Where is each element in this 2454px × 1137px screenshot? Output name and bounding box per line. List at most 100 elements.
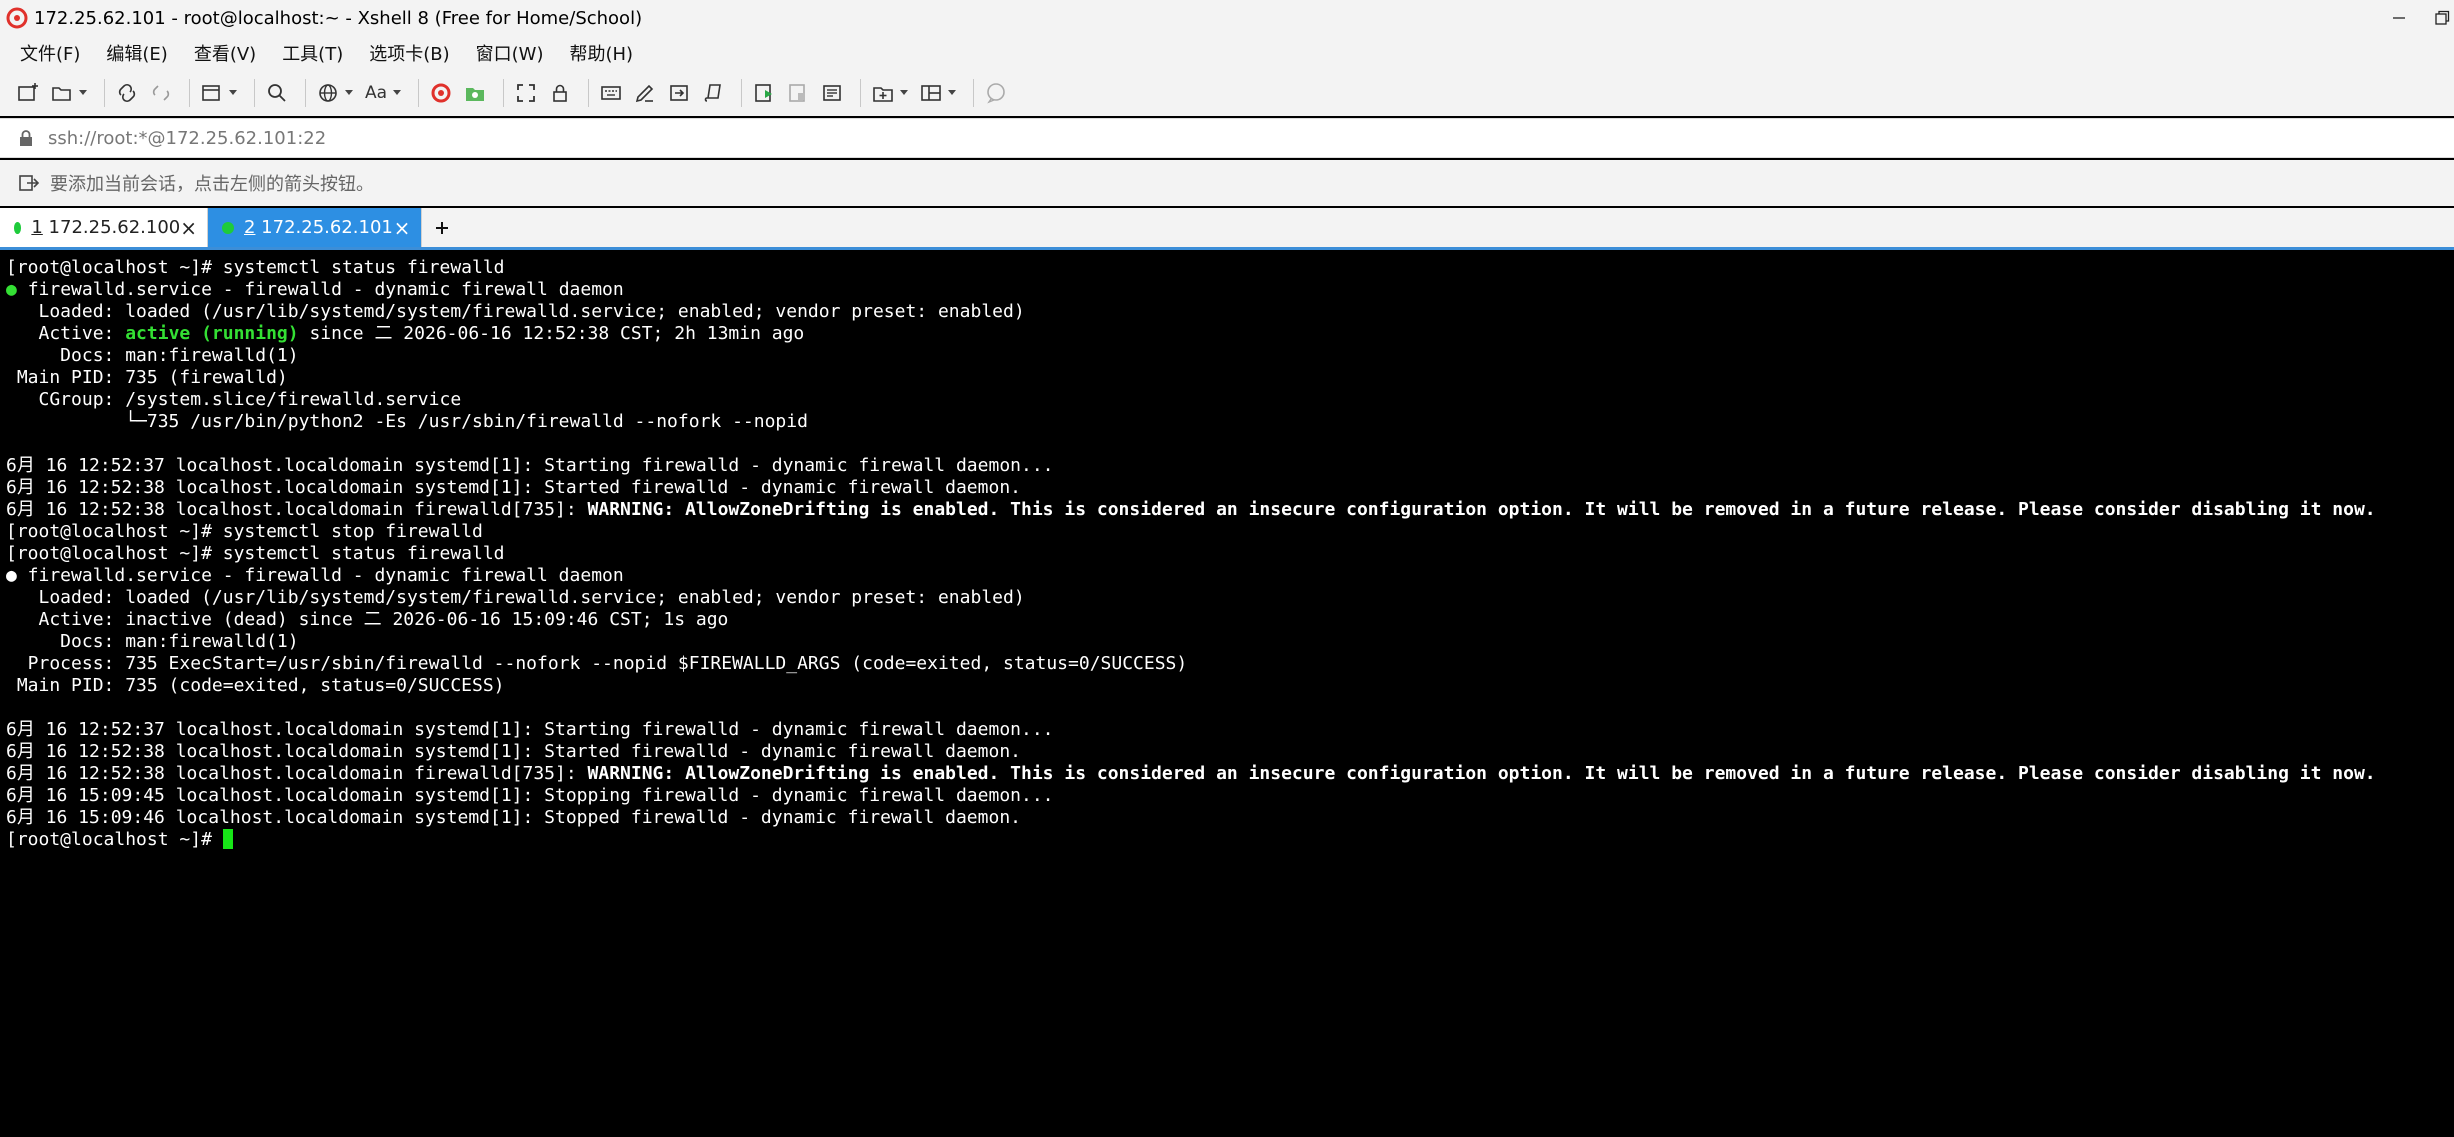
keyboard-button[interactable] (597, 77, 625, 109)
window-title: 172.25.62.101 - root@localhost:~ - Xshel… (34, 7, 643, 29)
chevron-down-icon (393, 90, 401, 95)
tab-session-2[interactable]: 2 172.25.62.101 × (208, 208, 422, 247)
disconnect-button[interactable] (147, 77, 175, 109)
new-session-button[interactable] (14, 77, 42, 109)
terminal-line: 6月 16 12:52:37 localhost.localdomain sys… (6, 719, 2448, 741)
terminal-line: 6月 16 12:52:38 localhost.localdomain fir… (6, 499, 2448, 521)
open-session-button[interactable] (48, 77, 76, 109)
notes-icon (823, 85, 841, 101)
reconnect-button[interactable] (113, 77, 141, 109)
script-button[interactable] (699, 77, 727, 109)
close-icon[interactable]: × (180, 216, 197, 240)
terminal-prompt-line[interactable]: [root@localhost ~]# (6, 829, 2448, 851)
log-stop-icon (789, 84, 805, 102)
toolbar-divider (254, 79, 255, 107)
terminal-text: 6月 16 12:52:38 localhost.localdomain sys… (6, 477, 1021, 498)
find-button[interactable] (263, 77, 291, 109)
terminal-output[interactable]: [root@localhost ~]# systemctl status fir… (0, 254, 2454, 1137)
toolbar-divider (741, 79, 742, 107)
terminal-line: 6月 16 15:09:46 localhost.localdomain sys… (6, 807, 2448, 829)
menu-tools[interactable]: 工具(T) (276, 38, 349, 68)
terminal-text: Main PID: 735 (firewalld) (6, 367, 288, 388)
xftp-button[interactable] (461, 77, 489, 109)
log-stop-button[interactable] (784, 77, 812, 109)
new-tab-button[interactable] (422, 208, 462, 247)
lock-button[interactable] (546, 77, 574, 109)
menu-view[interactable]: 查看(V) (188, 38, 262, 68)
tab-label: 2 172.25.62.101 (244, 217, 393, 238)
disconnect-icon (152, 85, 170, 101)
terminal-text: Loaded: loaded (/usr/lib/systemd/system/… (6, 301, 1025, 322)
log-start-icon (755, 84, 772, 102)
open-folder-icon (52, 87, 71, 101)
terminal-line: Docs: man:firewalld(1) (6, 345, 2448, 367)
menu-file[interactable]: 文件(F) (14, 38, 86, 68)
terminal-line: Main PID: 735 (code=exited, status=0/SUC… (6, 675, 2448, 697)
terminal-cursor (222, 829, 233, 849)
script-icon (704, 84, 721, 102)
add-session-arrow-icon[interactable] (18, 172, 40, 194)
hint-text: 要添加当前会话，点击左侧的箭头按钮。 (50, 174, 374, 195)
fullscreen-icon (517, 84, 535, 102)
add-tab-icon (873, 87, 893, 102)
terminal-text: firewalld.service - firewalld - dynamic … (27, 279, 624, 300)
terminal-line: [root@localhost ~]# systemctl status fir… (6, 543, 2448, 565)
xftp-green-icon (466, 88, 484, 101)
terminal-line: 6月 16 15:09:45 localhost.localdomain sys… (6, 785, 2448, 807)
terminal-line: 6月 16 12:52:38 localhost.localdomain sys… (6, 741, 2448, 763)
terminal-line: └─735 /usr/bin/python2 -Es /usr/sbin/fir… (6, 411, 2448, 433)
lock-icon (553, 84, 567, 102)
xshell-button[interactable] (427, 77, 455, 109)
chevron-down-icon (345, 90, 353, 95)
new-window-dropdown[interactable] (228, 77, 238, 109)
compose-button[interactable] (631, 77, 659, 109)
chat-button[interactable] (982, 77, 1010, 109)
terminal-text: since 二 2026-06-16 12:52:38 CST; 2h 13mi… (298, 323, 805, 344)
add-tab-group-dropdown[interactable] (899, 77, 909, 109)
close-icon[interactable]: × (393, 216, 411, 240)
toolbar-divider (588, 79, 589, 107)
terminal-line: 6月 16 12:52:38 localhost.localdomain fir… (6, 763, 2448, 785)
terminal-text: active (running) (125, 323, 299, 344)
notes-button[interactable] (818, 77, 846, 109)
fullscreen-button[interactable] (512, 77, 540, 109)
xshell-red-icon (431, 83, 451, 103)
menu-help[interactable]: 帮助(H) (563, 38, 639, 68)
terminal-line: Main PID: 735 (firewalld) (6, 367, 2448, 389)
menu-tabs[interactable]: 选项卡(B) (363, 38, 455, 68)
terminal-text: 6月 16 12:52:38 localhost.localdomain fir… (6, 499, 588, 520)
terminal-line: Loaded: loaded (/usr/lib/systemd/system/… (6, 587, 2448, 609)
terminal-line: CGroup: /system.slice/firewalld.service (6, 389, 2448, 411)
terminal-text: 6月 16 12:52:37 localhost.localdomain sys… (6, 455, 1054, 476)
open-session-dropdown[interactable] (78, 77, 88, 109)
minimize-button[interactable] (2368, 0, 2430, 36)
terminal-text: Active: (6, 323, 126, 344)
address-bar[interactable]: ssh://root:*@172.25.62.101:22 (0, 118, 2454, 158)
tab-session-1[interactable]: 1 172.25.62.100 × (0, 208, 208, 247)
connected-status-icon (222, 221, 234, 234)
menu-edit[interactable]: 编辑(E) (100, 38, 173, 68)
log-start-button[interactable] (750, 77, 778, 109)
terminal-text: Process: 735 ExecStart=/usr/sbin/firewal… (6, 653, 1188, 674)
terminal-line: Process: 735 ExecStart=/usr/sbin/firewal… (6, 653, 2448, 675)
encoding-button[interactable] (314, 77, 342, 109)
add-tab-group-button[interactable] (869, 77, 897, 109)
address-input[interactable]: ssh://root:*@172.25.62.101:22 (48, 128, 326, 149)
send-button[interactable] (665, 77, 693, 109)
terminal-text: 6月 16 12:52:37 localhost.localdomain sys… (6, 719, 1054, 740)
layout-dropdown[interactable] (947, 77, 957, 109)
terminal-text: CGroup: /system.slice/firewalld.service (6, 389, 462, 410)
restore-button[interactable] (2430, 0, 2454, 36)
layout-button[interactable] (917, 77, 945, 109)
font-dropdown[interactable] (392, 77, 402, 109)
font-button[interactable]: Aa (362, 77, 390, 109)
toolbar-divider (104, 79, 105, 107)
encoding-dropdown[interactable] (344, 77, 354, 109)
send-icon (670, 85, 688, 101)
toolbar-divider (305, 79, 306, 107)
terminal-text: Active: inactive (dead) since 二 2026-06-… (6, 609, 729, 630)
new-session-icon (18, 83, 38, 101)
plus-icon (436, 221, 448, 234)
menu-window[interactable]: 窗口(W) (470, 38, 550, 68)
new-window-button[interactable] (198, 77, 226, 109)
